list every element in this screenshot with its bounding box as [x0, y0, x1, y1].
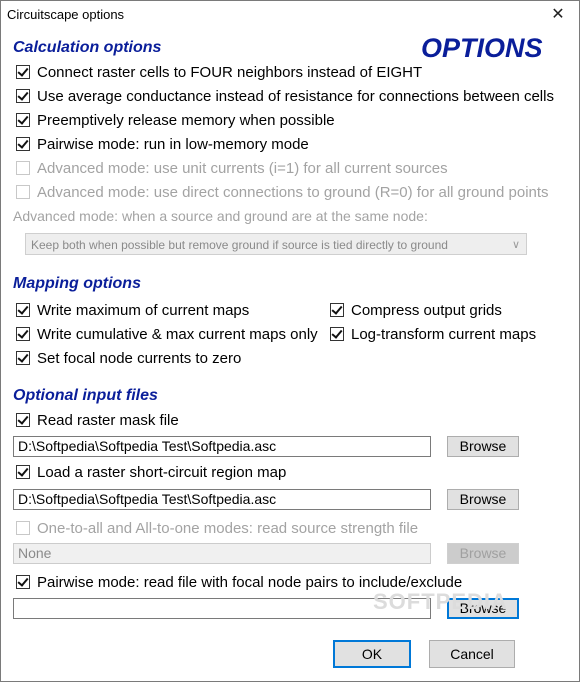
checkbox-label: Use average conductance instead of resis… — [37, 87, 554, 105]
compress-grids-checkbox[interactable]: Compress output grids — [330, 300, 502, 320]
checkbox-label: Write cumulative & max current maps only — [37, 325, 318, 343]
checkbox-icon — [16, 113, 30, 127]
focal-currents-zero-checkbox[interactable]: Set focal node currents to zero — [16, 348, 241, 368]
checkbox-icon — [16, 137, 30, 151]
window-title: Circuitscape options — [7, 7, 125, 22]
checkbox-label: Advanced mode: use unit currents (i=1) f… — [37, 159, 448, 177]
short-circuit-input[interactable]: D:\Softpedia\Softpedia Test\Softpedia.as… — [13, 489, 431, 510]
checkbox-label: Preemptively release memory when possibl… — [37, 111, 335, 129]
checkbox-icon — [16, 413, 30, 427]
checkbox-label: Load a raster short-circuit region map — [37, 463, 287, 481]
short-circuit-checkbox[interactable]: Load a raster short-circuit region map — [16, 462, 286, 482]
average-conductance-checkbox[interactable]: Use average conductance instead of resis… — [16, 86, 554, 106]
select-value: Keep both when possible but remove groun… — [31, 238, 448, 252]
mask-file-checkbox[interactable]: Read raster mask file — [16, 410, 179, 430]
four-neighbors-checkbox[interactable]: Connect raster cells to FOUR neighbors i… — [16, 62, 422, 82]
checkbox-label: Pairwise mode: read file with focal node… — [37, 573, 463, 591]
optional-input-heading: Optional input files — [13, 387, 158, 404]
calculation-options-heading: Calculation options — [13, 39, 162, 56]
mask-browse-button[interactable]: Browse — [447, 436, 519, 457]
checkbox-icon — [16, 575, 30, 589]
checkbox-label: Read raster mask file — [37, 411, 179, 429]
cancel-button[interactable]: Cancel — [429, 640, 515, 668]
checkbox-icon — [16, 161, 30, 175]
low-memory-checkbox[interactable]: Pairwise mode: run in low-memory mode — [16, 134, 309, 154]
ok-button[interactable]: OK — [333, 640, 411, 668]
mask-file-input[interactable]: D:\Softpedia\Softpedia Test\Softpedia.as… — [13, 436, 431, 457]
short-circuit-browse-button[interactable]: Browse — [447, 489, 519, 510]
checkbox-icon — [16, 521, 30, 535]
same-node-label: Advanced mode: when a source and ground … — [13, 208, 428, 224]
checkbox-label: Advanced mode: use direct connections to… — [37, 183, 549, 201]
release-memory-checkbox[interactable]: Preemptively release memory when possibl… — [16, 110, 335, 130]
checkbox-icon — [16, 185, 30, 199]
checkbox-icon — [16, 65, 30, 79]
checkbox-label: One-to-all and All-to-one modes: read so… — [37, 519, 419, 537]
checkbox-label: Log-transform current maps — [351, 325, 537, 343]
same-node-select[interactable]: Keep both when possible but remove groun… — [25, 233, 527, 255]
title-bar: Circuitscape options ✕ — [1, 1, 579, 29]
direct-ground-checkbox[interactable]: Advanced mode: use direct connections to… — [16, 182, 549, 202]
checkbox-label: Write maximum of current maps — [37, 301, 250, 319]
checkbox-icon — [16, 327, 30, 341]
source-strength-checkbox[interactable]: One-to-all and All-to-one modes: read so… — [16, 518, 418, 538]
source-strength-browse-button[interactable]: Browse — [447, 543, 519, 564]
checkbox-icon — [16, 89, 30, 103]
cumulative-max-checkbox[interactable]: Write cumulative & max current maps only — [16, 324, 318, 344]
source-strength-input[interactable]: None — [13, 543, 431, 564]
write-max-current-checkbox[interactable]: Write maximum of current maps — [16, 300, 249, 320]
checkbox-icon — [16, 351, 30, 365]
checkbox-label: Compress output grids — [351, 301, 502, 319]
softpedia-watermark: SOFTPEDIA — [373, 589, 508, 614]
log-transform-checkbox[interactable]: Log-transform current maps — [330, 324, 536, 344]
options-banner: OPTIONS — [421, 33, 543, 63]
checkbox-label: Set focal node currents to zero — [37, 349, 242, 367]
checkbox-icon — [16, 303, 30, 317]
focal-pairs-input[interactable] — [13, 598, 431, 619]
checkbox-label: Pairwise mode: run in low-memory mode — [37, 135, 309, 153]
chevron-down-icon: ∨ — [511, 239, 520, 251]
close-icon[interactable]: ✕ — [543, 4, 573, 26]
checkbox-icon — [330, 303, 344, 317]
mapping-options-heading: Mapping options — [13, 275, 141, 292]
unit-currents-checkbox[interactable]: Advanced mode: use unit currents (i=1) f… — [16, 158, 448, 178]
checkbox-label: Connect raster cells to FOUR neighbors i… — [37, 63, 423, 81]
options-dialog: Circuitscape options ✕ OPTIONS Calculati… — [0, 0, 580, 682]
checkbox-icon — [330, 327, 344, 341]
checkbox-icon — [16, 465, 30, 479]
